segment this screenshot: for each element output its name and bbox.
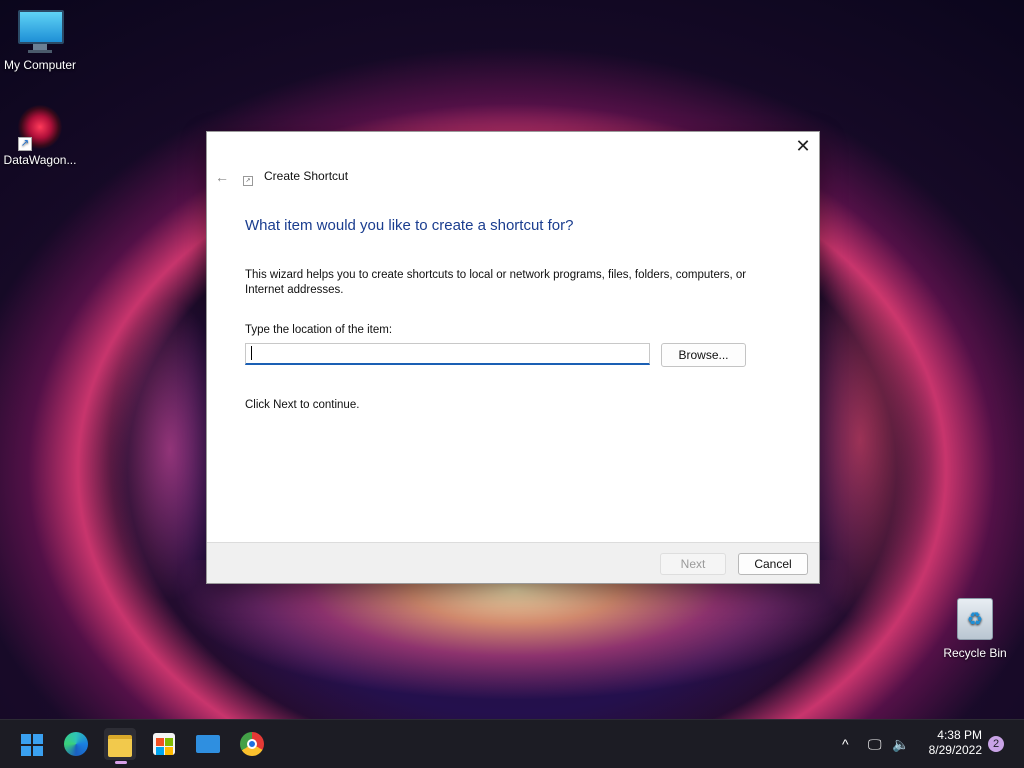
back-arrow-icon[interactable]: ← [215, 169, 229, 185]
network-icon[interactable]: 🖵 [868, 720, 882, 768]
mail-button[interactable] [192, 728, 224, 760]
wizard-description: This wizard helps you to create shortcut… [245, 269, 747, 296]
taskbar: ^ 🖵 🔈 4:38 PM 8/29/2022 2 [0, 719, 1024, 768]
wallpaper-glow-bottom [170, 560, 860, 720]
desktop-icon-label: DataWagon... [3, 153, 77, 167]
folder-icon [108, 735, 132, 757]
windows-logo-icon [21, 734, 43, 756]
notification-badge[interactable]: 2 [988, 736, 1004, 752]
dialog-footer: Next Cancel [207, 542, 819, 583]
location-label: Type the location of the item: [245, 324, 393, 336]
clock-time: 4:38 PM [937, 728, 982, 742]
datawagon-app-icon: ↗ [18, 105, 62, 151]
shortcut-arrow-icon: ↗ [18, 137, 32, 151]
active-indicator [115, 761, 127, 764]
desktop-icon-label: My Computer [3, 58, 77, 72]
desktop-icon-my-computer[interactable]: My Computer [0, 10, 80, 72]
clock-date: 8/29/2022 [928, 743, 982, 757]
next-button[interactable]: Next [660, 553, 726, 575]
chrome-button[interactable] [236, 728, 268, 760]
clock[interactable]: 4:38 PM 8/29/2022 [918, 728, 982, 758]
volume-icon[interactable]: 🔈 [892, 720, 909, 768]
close-icon[interactable]: ✕ [787, 132, 819, 160]
desktop-icon-label: Recycle Bin [943, 646, 1007, 660]
continue-instruction: Click Next to continue. [245, 399, 360, 411]
page-heading: What item would you like to create a sho… [245, 217, 574, 234]
shortcut-wizard-icon: ↗ [243, 176, 253, 186]
mail-icon [196, 735, 220, 753]
show-hidden-icons-chevron-icon[interactable]: ^ [842, 720, 849, 768]
store-button[interactable] [148, 728, 180, 760]
recycle-bin-icon: ♻ [953, 598, 997, 642]
edge-button[interactable] [60, 728, 92, 760]
cancel-button[interactable]: Cancel [738, 553, 808, 575]
create-shortcut-dialog: ✕ ← ↗ Create Shortcut What item would yo… [206, 131, 820, 584]
start-button[interactable] [16, 728, 48, 760]
store-icon [153, 733, 175, 755]
dialog-title: Create Shortcut [264, 169, 349, 183]
file-explorer-button[interactable] [104, 728, 136, 764]
monitor-icon [18, 10, 64, 54]
desktop-icon-recycle-bin[interactable]: ♻ Recycle Bin [935, 598, 1015, 660]
location-input[interactable] [245, 343, 650, 365]
browse-button[interactable]: Browse... [661, 343, 746, 367]
chrome-icon [240, 732, 264, 756]
desktop-icon-datawagon[interactable]: ↗ DataWagon... [0, 105, 80, 167]
edge-icon [64, 732, 88, 756]
text-caret [251, 346, 252, 360]
